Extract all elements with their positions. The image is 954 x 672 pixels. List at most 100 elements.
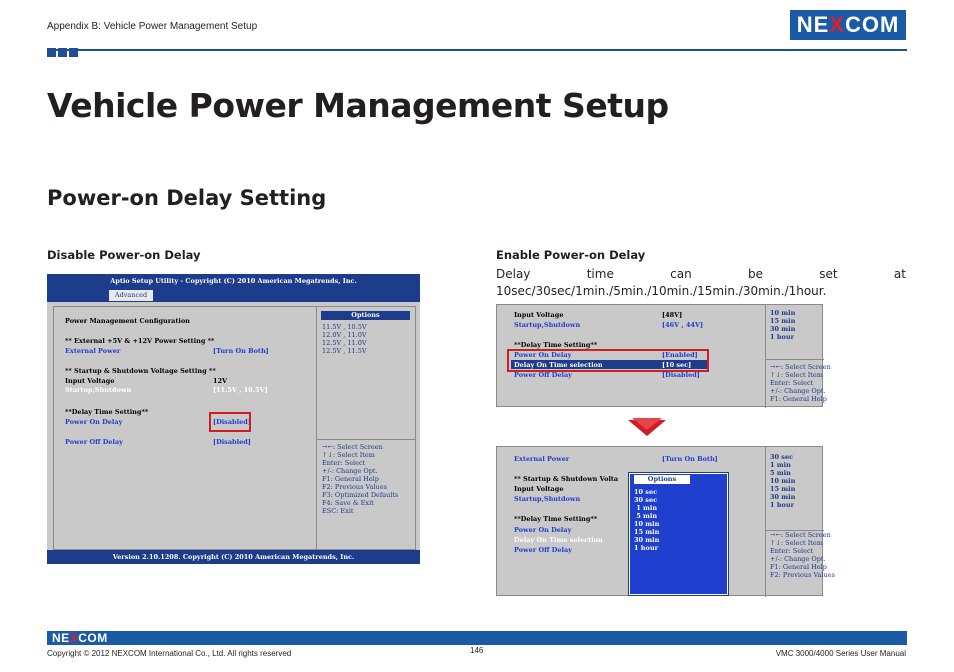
help-line: +/-: Change Opt. xyxy=(322,467,378,475)
help-line: F3: Optimized Defaults xyxy=(322,491,399,499)
tab-advanced[interactable]: Advanced xyxy=(109,290,153,301)
power-off-delay-label[interactable]: Power Off Delay xyxy=(514,546,572,554)
power-off-delay-label[interactable]: Power Off Delay xyxy=(65,438,123,446)
option-item[interactable]: 12.5V , 11.0V xyxy=(322,339,367,347)
option-item[interactable]: 12.0V , 11.0V xyxy=(322,331,367,339)
header-rule xyxy=(47,49,907,51)
option-item: 10 min xyxy=(770,477,796,485)
startup-label[interactable]: Startup,Shutdown xyxy=(514,321,580,329)
startup-value[interactable]: [46V , 44V] xyxy=(662,321,703,329)
startup-value[interactable]: [11.5V , 10.5V] xyxy=(213,386,268,394)
highlight-box xyxy=(209,412,251,432)
help-line: →←: Select Screen xyxy=(770,531,831,539)
help-line: +/-: Change Opt. xyxy=(770,387,826,395)
popup-option[interactable]: 1 hour xyxy=(634,544,658,552)
options-popup: Options 10 sec 30 sec 1 min 5 min 10 min… xyxy=(629,473,728,595)
startup-heading: ** Startup & Shutdown Volta xyxy=(514,475,619,483)
manual-name: VMC 3000/4000 Series User Manual xyxy=(775,649,906,658)
nexcom-logo: NEXCOM xyxy=(790,10,906,40)
logo-text-x: X xyxy=(829,12,845,37)
option-item: 1 min xyxy=(770,461,791,469)
option-item[interactable]: 11.5V , 10.5V xyxy=(322,323,367,331)
page-title: Vehicle Power Management Setup xyxy=(47,86,669,125)
copyright: Copyright © 2012 NEXCOM International Co… xyxy=(47,649,292,658)
help-line: ↑↓: Select Item xyxy=(770,539,823,547)
footer-logo-post: COM xyxy=(78,631,108,645)
startup-label[interactable]: Startup,Shutdown xyxy=(65,386,131,394)
ext-power-value[interactable]: [Turn On Both] xyxy=(662,455,718,463)
popup-option[interactable]: 10 sec xyxy=(634,488,657,496)
popup-option[interactable]: 15 min xyxy=(634,528,659,536)
input-voltage-value: 12V xyxy=(213,377,228,385)
help-line: ESC: Exit xyxy=(322,507,354,515)
options-header: Options xyxy=(321,311,410,320)
input-voltage-value: [48V] xyxy=(662,311,683,319)
popup-option[interactable]: 5 min xyxy=(634,512,657,520)
decor-square-icon xyxy=(47,48,56,57)
help-line: F4: Save & Exit xyxy=(322,499,374,507)
bios-screen-enable-bottom: External Power [Turn On Both] ** Startup… xyxy=(496,446,835,597)
power-on-delay-label[interactable]: Power On Delay xyxy=(514,526,571,534)
help-line: F1: General Help xyxy=(770,563,827,571)
delay-heading: **Delay Time Setting** xyxy=(65,408,149,416)
popup-title: Options xyxy=(634,475,690,484)
power-off-delay-value[interactable]: [Disabled] xyxy=(213,438,251,446)
input-voltage-label: Input Voltage xyxy=(65,377,115,385)
help-line: Enter: Select xyxy=(322,459,366,467)
logo-text-pre: NE xyxy=(796,12,830,37)
decor-square-icon xyxy=(69,48,78,57)
popup-option[interactable]: 1 min xyxy=(634,504,657,512)
help-line: F2: Previous Values xyxy=(770,571,835,579)
option-item: 30 min xyxy=(770,325,796,333)
ext-power-value[interactable]: [Turn On Both] xyxy=(213,347,269,355)
startup-heading: ** Startup & Shutdown Voltage Setting ** xyxy=(65,367,216,375)
help-line: Enter: Select xyxy=(770,379,814,387)
help-line: →←: Select Screen xyxy=(770,363,831,371)
decor-square-icon xyxy=(58,48,67,57)
option-item: 1 hour xyxy=(770,501,794,509)
bios-version-bar: Version 2.10.1208. Copyright (C) 2010 Am… xyxy=(47,550,420,564)
option-item: 30 sec xyxy=(770,453,794,461)
bios-main-panel: Power Management Configuration ** Extern… xyxy=(53,306,416,550)
popup-option[interactable]: 30 sec xyxy=(634,496,657,504)
bios-screen-disable: Aptio Setup Utility - Copyright (C) 2010… xyxy=(47,274,420,564)
ext-power-label[interactable]: External Power xyxy=(65,347,120,355)
popup-option[interactable]: 30 min xyxy=(634,536,659,544)
power-on-delay-label[interactable]: Power On Delay xyxy=(65,418,122,426)
delay-heading: **Delay Time Setting** xyxy=(514,515,598,523)
config-heading: Power Management Configuration xyxy=(65,317,190,325)
input-voltage-label: Input Voltage xyxy=(514,485,564,493)
footer-logo: NEXCOM xyxy=(52,631,108,645)
popup-option[interactable]: 10 min xyxy=(634,520,659,528)
delay-heading: **Delay Time Setting** xyxy=(514,341,598,349)
option-item: 1 hour xyxy=(770,333,794,341)
power-off-delay-label[interactable]: Power Off Delay xyxy=(514,371,572,379)
ext-power-heading: ** External +5V & +12V Power Setting ** xyxy=(65,337,215,345)
page-number: 146 xyxy=(470,646,484,655)
arrow-down-icon xyxy=(628,418,666,436)
help-line: Enter: Select xyxy=(770,547,814,555)
left-caption: Disable Power-on Delay xyxy=(47,248,201,262)
description: Delay time can be set at 10sec/30sec/1mi… xyxy=(496,267,906,298)
help-line: F1: General Help xyxy=(322,475,379,483)
bios-screen-enable-top: Input Voltage [48V] Startup,Shutdown [46… xyxy=(496,304,831,408)
footer-logo-pre: NE xyxy=(52,631,70,645)
delay-selection-label[interactable]: Delay On Time selection xyxy=(514,536,603,544)
option-item: 10 min xyxy=(770,309,796,317)
footer-bar xyxy=(47,631,907,645)
option-item: 15 min xyxy=(770,317,796,325)
option-item: 5 min xyxy=(770,469,791,477)
power-off-delay-value[interactable]: [Disabled] xyxy=(662,371,700,379)
highlight-box xyxy=(507,349,709,372)
option-item[interactable]: 12.5V , 11.5V xyxy=(322,347,367,355)
breadcrumb: Appendix B: Vehicle Power Management Set… xyxy=(47,21,258,32)
ext-power-label[interactable]: External Power xyxy=(514,455,569,463)
logo-text-post: COM xyxy=(844,12,900,37)
help-line: →←: Select Screen xyxy=(322,443,383,451)
help-line: F1: General Help xyxy=(770,395,827,403)
help-line: ↑↓: Select Item xyxy=(770,371,823,379)
help-line: +/-: Change Opt. xyxy=(770,555,826,563)
section-title: Power-on Delay Setting xyxy=(47,186,327,210)
startup-label[interactable]: Startup,Shutdown xyxy=(514,495,580,503)
option-item: 30 min xyxy=(770,493,796,501)
